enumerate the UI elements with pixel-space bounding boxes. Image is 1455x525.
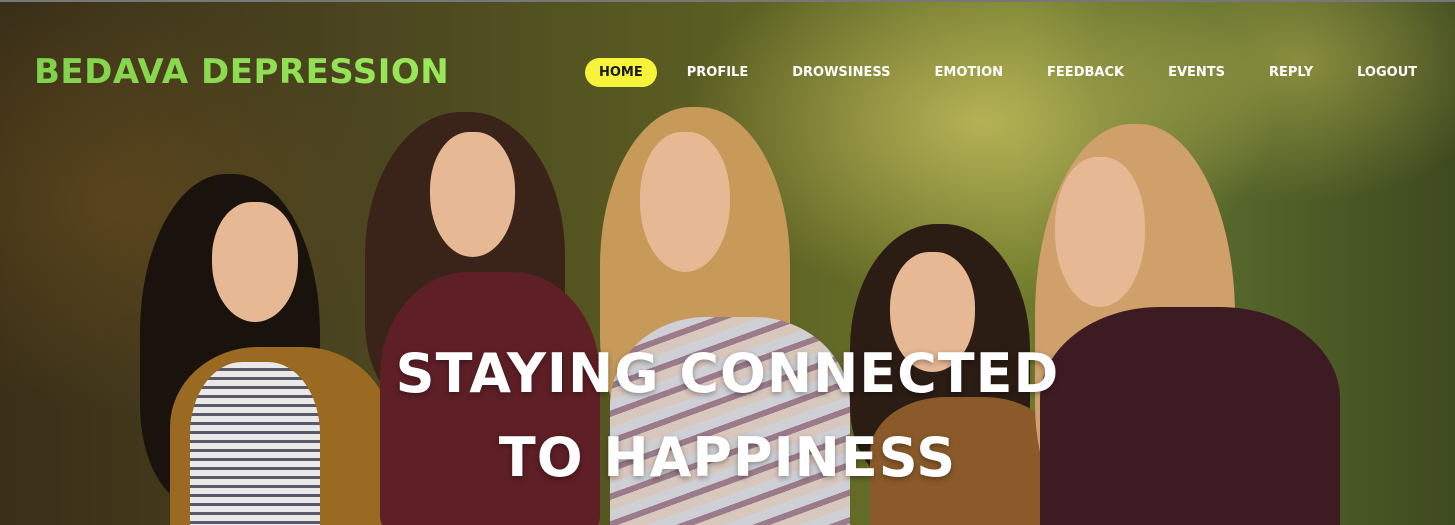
nav-item-emotion[interactable]: EMOTION	[921, 58, 1018, 87]
hero-photo-person-5-face	[1055, 157, 1145, 307]
hero-photo-person-1-face	[212, 202, 298, 322]
site-logo[interactable]: BEDAVA DEPRESSION	[34, 52, 449, 92]
hero-headline-line1: STAYING CONNECTED	[395, 342, 1060, 405]
hero-headline-line2: TO HAPPINESS	[498, 426, 957, 489]
nav-item-reply[interactable]: REPLY	[1255, 58, 1327, 87]
nav-item-home[interactable]: HOME	[585, 58, 657, 87]
hero-photo-person-3-face	[640, 132, 730, 272]
hero-photo-person-2-face	[430, 132, 515, 257]
nav-item-profile[interactable]: PROFILE	[673, 58, 762, 87]
hero-photo-person-5-body	[1040, 307, 1340, 525]
main-nav: HOME PROFILE DROWSINESS EMOTION FEEDBACK…	[585, 58, 1447, 87]
nav-item-feedback[interactable]: FEEDBACK	[1033, 58, 1138, 87]
nav-item-events[interactable]: EVENTS	[1154, 58, 1239, 87]
hero-banner: BEDAVA DEPRESSION HOME PROFILE DROWSINES…	[0, 0, 1455, 525]
nav-item-drowsiness[interactable]: DROWSINESS	[778, 58, 904, 87]
nav-item-logout[interactable]: LOGOUT	[1343, 58, 1431, 87]
